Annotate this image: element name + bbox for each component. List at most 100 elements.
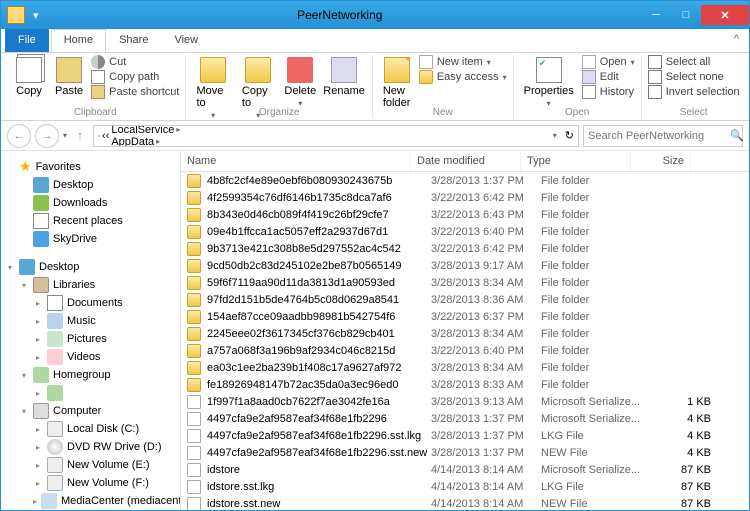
file-row[interactable]: a757a068f3a196b9af2934c046c8215d3/22/201… [181, 342, 749, 359]
file-list-pane[interactable]: Name Date modified Type Size 4b8fc2cf4e8… [181, 151, 749, 510]
delete-icon [287, 57, 313, 83]
tab-file[interactable]: File [5, 29, 49, 52]
file-row[interactable]: 4f2599354c76df6146b1735c8dca7af63/22/201… [181, 189, 749, 206]
file-name: 2245eee02f3617345cf376cb829cb401 [207, 328, 431, 340]
recent-locations-button[interactable]: ▾ [63, 131, 67, 140]
nav-drive-item[interactable]: ▸Local Disk (C:) [1, 420, 180, 438]
breadcrumb-segment[interactable]: AppData▸ [111, 136, 195, 147]
open-icon [582, 55, 596, 69]
file-row[interactable]: 59f6f7119aa90d11da3813d1a90593ed3/28/201… [181, 274, 749, 291]
up-button[interactable]: ↑ [71, 127, 89, 145]
nav-desktop[interactable]: ▾Desktop [1, 258, 180, 276]
nav-fav-item[interactable]: Desktop [1, 176, 180, 194]
select-none-button[interactable]: Select none [648, 70, 740, 84]
file-row[interactable]: 8b343e0d46cb089f4f419c26bf29cfe73/22/201… [181, 206, 749, 223]
address-dropdown[interactable]: ▾ [553, 131, 557, 140]
edit-button[interactable]: Edit [582, 70, 635, 84]
file-row[interactable]: 154aef87cce09aadbb98981b542754f63/22/201… [181, 308, 749, 325]
properties-button[interactable]: Properties▾ [520, 55, 578, 110]
nav-lib-item-icon [47, 349, 63, 365]
nav-drive-item-icon [47, 421, 63, 437]
select-all-button[interactable]: Select all [648, 55, 740, 69]
new-item-icon [419, 55, 433, 69]
file-row[interactable]: 1f997f1a8aad0cb7622f7ae3042fe16a3/28/201… [181, 393, 749, 410]
forward-button[interactable]: → [35, 124, 59, 148]
tab-share[interactable]: Share [106, 29, 161, 52]
file-row[interactable]: 9b3713e421c308b8e5d297552ac4c5423/22/201… [181, 240, 749, 257]
nav-fav-item[interactable]: Recent places [1, 212, 180, 230]
breadcrumb-bar[interactable]: ‹‹ Windows▸ServiceProfiles▸LocalService▸… [93, 125, 579, 147]
file-icon [187, 497, 201, 511]
file-row[interactable]: 97fd2d151b5de4764b5c08d0629a85413/28/201… [181, 291, 749, 308]
ribbon-collapse-button[interactable]: ^ [724, 29, 749, 52]
nav-favorites[interactable]: ★Favorites [1, 157, 180, 176]
delete-button[interactable]: Delete▾ [282, 55, 318, 110]
copy-button[interactable]: Copy [11, 55, 47, 99]
folder-icon [187, 293, 201, 307]
new-folder-button[interactable]: New folder [379, 55, 415, 111]
chevron-icon[interactable]: ‹‹ [102, 130, 109, 142]
file-name: 9b3713e421c308b8e5d297552ac4c542 [207, 243, 431, 255]
nav-computer[interactable]: ▾Computer [1, 402, 180, 420]
file-row[interactable]: 4497cfa9e2af9587eaf34f68e1fb2296.sst.new… [181, 444, 749, 461]
file-row[interactable]: idstore4/14/2013 8:14 AMMicrosoft Serial… [181, 461, 749, 478]
file-row[interactable]: 4497cfa9e2af9587eaf34f68e1fb22963/28/201… [181, 410, 749, 427]
col-type[interactable]: Type [521, 151, 631, 171]
nav-hg-user[interactable]: ▸ [1, 384, 180, 402]
col-size[interactable]: Size [631, 151, 691, 171]
file-row[interactable]: 9cd50db2c83d245102e2be87b05651493/28/201… [181, 257, 749, 274]
copy-path-button[interactable]: Copy path [91, 70, 179, 84]
nav-lib-item[interactable]: ▸Documents [1, 294, 180, 312]
file-row[interactable]: idstore.sst.lkg4/14/2013 8:14 AMLKG File… [181, 478, 749, 495]
search-input[interactable] [588, 130, 730, 142]
back-button[interactable]: ← [7, 124, 31, 148]
file-row[interactable]: 4b8fc2cf4e89e0ebf6b080930243675b3/28/201… [181, 172, 749, 189]
cut-button[interactable]: Cut [91, 55, 179, 69]
group-label-select: Select [648, 107, 740, 118]
move-to-icon [200, 57, 226, 83]
file-type: File folder [541, 175, 651, 187]
file-row[interactable]: 4497cfa9e2af9587eaf34f68e1fb2296.sst.lkg… [181, 427, 749, 444]
nav-drive-item[interactable]: ▸New Volume (F:) [1, 474, 180, 492]
nav-drive-item[interactable]: ▸MediaCenter (mediacenter-pc) [1, 492, 180, 510]
file-name: idstore.sst.lkg [207, 481, 431, 493]
nav-homegroup[interactable]: ▾Homegroup [1, 366, 180, 384]
col-name[interactable]: Name [181, 151, 411, 171]
select-all-icon [648, 55, 662, 69]
nav-drive-item[interactable]: ▸DVD RW Drive (D:) [1, 438, 180, 456]
nav-lib-item[interactable]: ▸Pictures [1, 330, 180, 348]
file-date: 3/22/2013 6:42 PM [431, 192, 541, 204]
paste-shortcut-button[interactable]: Paste shortcut [91, 85, 179, 99]
nav-libraries[interactable]: ▾Libraries [1, 276, 180, 294]
file-row[interactable]: 09e4b1ffcca1ac5057eff2a2937d67d13/22/201… [181, 223, 749, 240]
file-row[interactable]: 2245eee02f3617345cf376cb829cb4013/28/201… [181, 325, 749, 342]
rename-button[interactable]: Rename [322, 55, 366, 99]
nav-lib-item[interactable]: ▸Videos [1, 348, 180, 366]
easy-access-button[interactable]: Easy access▾ [419, 70, 507, 84]
history-button[interactable]: History [582, 85, 635, 99]
maximize-button[interactable]: □ [671, 5, 701, 25]
col-date[interactable]: Date modified [411, 151, 521, 171]
nav-drive-item[interactable]: ▸New Volume (E:) [1, 456, 180, 474]
open-button[interactable]: Open▾ [582, 55, 635, 69]
file-row[interactable]: fe18926948147b72ac35da0a3ec96ed03/28/201… [181, 376, 749, 393]
breadcrumb-segment[interactable]: LocalService▸ [111, 125, 195, 136]
file-row[interactable]: idstore.sst.new4/14/2013 8:14 AMNEW File… [181, 495, 749, 510]
file-name: 97fd2d151b5de4764b5c08d0629a8541 [207, 294, 431, 306]
refresh-button[interactable]: ↻ [565, 129, 574, 142]
nav-fav-item[interactable]: Downloads [1, 194, 180, 212]
tab-home[interactable]: Home [51, 29, 106, 52]
search-box[interactable]: 🔍 [583, 125, 743, 147]
group-label-open: Open [520, 107, 635, 118]
navigation-pane[interactable]: ★FavoritesDesktopDownloadsRecent placesS… [1, 151, 181, 510]
file-row[interactable]: ea03c1ee2ba239b1f408c17a9627af9723/28/20… [181, 359, 749, 376]
minimize-button[interactable]: ─ [641, 5, 671, 25]
nav-fav-item[interactable]: SkyDrive [1, 230, 180, 248]
invert-selection-button[interactable]: Invert selection [648, 85, 740, 99]
file-date: 3/28/2013 1:37 PM [431, 175, 541, 187]
tab-view[interactable]: View [161, 29, 211, 52]
new-item-button[interactable]: New item▾ [419, 55, 507, 69]
paste-button[interactable]: Paste [51, 55, 87, 99]
close-button[interactable]: ✕ [701, 5, 749, 25]
nav-lib-item[interactable]: ▸Music [1, 312, 180, 330]
